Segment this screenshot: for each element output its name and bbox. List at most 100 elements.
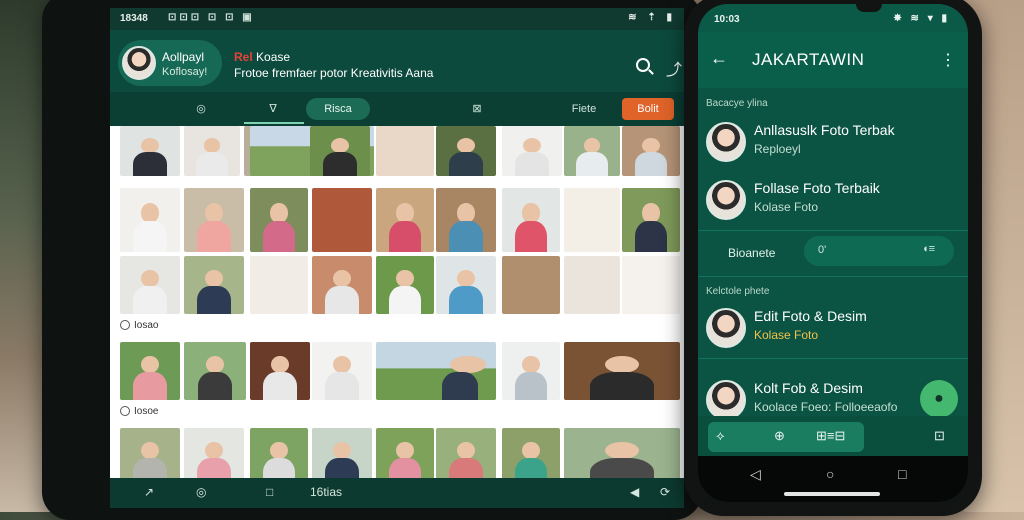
tab-active-indicator bbox=[244, 122, 304, 124]
square-icon[interactable]: □ bbox=[266, 485, 273, 499]
phone-app-bar: ← JAKARTAWIN ⋮ bbox=[698, 32, 968, 88]
photo-thumbnail[interactable] bbox=[622, 126, 680, 176]
phone-system-nav: ◁ ○ □ bbox=[698, 456, 968, 502]
photo-thumbnail[interactable] bbox=[376, 342, 496, 400]
photo-thumbnail[interactable] bbox=[502, 342, 560, 400]
section-header: Kelctole phete bbox=[706, 286, 770, 297]
list-item-subtitle: Kolase Foto bbox=[754, 200, 819, 214]
page-title-prefix: Rel bbox=[234, 50, 253, 64]
divider bbox=[698, 230, 968, 231]
photo-thumbnail[interactable] bbox=[312, 188, 372, 252]
section-header: Bacacye ylina bbox=[706, 98, 768, 109]
tablet-status-right-icons: ≋ ⇡ ▮ bbox=[628, 12, 676, 23]
photo-thumbnail[interactable] bbox=[622, 256, 680, 314]
photo-thumbnail[interactable] bbox=[120, 342, 180, 400]
profile-name: Aollpayl bbox=[162, 50, 205, 64]
photo-thumbnail[interactable] bbox=[250, 342, 310, 400]
photo-thumbnail[interactable] bbox=[622, 188, 680, 252]
tab-fiete[interactable]: Fiete bbox=[562, 98, 606, 120]
photo-thumbnail[interactable] bbox=[250, 256, 308, 314]
tiktok-icon[interactable]: ⊕ bbox=[774, 428, 785, 444]
list-item[interactable]: Follase Foto Terbaik Kolase Foto bbox=[698, 174, 968, 230]
tablet-status-icons: ⊡⊡⊡ ⊡ ⊡ ▣ bbox=[168, 12, 255, 23]
profile-pill[interactable]: Aollpayl Koflosay! bbox=[118, 40, 222, 86]
photo-thumbnail[interactable] bbox=[312, 342, 372, 400]
list-item-subtitle: Reploeyl bbox=[754, 142, 801, 156]
circle-icon bbox=[120, 320, 130, 330]
phone-screen: 10:03 ✸ ≋ ▾ ▮ ← JAKARTAWIN ⋮ Bacacye yli… bbox=[698, 4, 968, 502]
photo-thumbnail[interactable] bbox=[564, 126, 620, 176]
list-item-title: Follase Foto Terbaik bbox=[754, 180, 880, 196]
tab-risca[interactable]: Risca bbox=[306, 98, 370, 120]
tablet-header: Aollpayl Koflosay! Rel Koase Frotoe frem… bbox=[110, 30, 684, 92]
page-subtitle: Frotoe fremfaer potor Kreativitis Aana bbox=[234, 66, 434, 80]
photo-thumbnail[interactable] bbox=[310, 126, 370, 176]
photo-thumbnail[interactable] bbox=[312, 256, 372, 314]
photo-thumbnail[interactable] bbox=[120, 256, 180, 314]
tab-search[interactable]: ◎ bbox=[186, 98, 216, 120]
phone-bottom-bar: ⟡ ⊕ ⊞≡⊟ ⊡ bbox=[698, 416, 968, 456]
photo-thumbnail[interactable] bbox=[250, 188, 308, 252]
photo-thumbnail[interactable] bbox=[436, 256, 496, 314]
grid-icon[interactable]: ⊞≡⊟ bbox=[816, 428, 845, 444]
tab-filter[interactable]: ∇ bbox=[258, 98, 288, 120]
avatar bbox=[706, 122, 746, 162]
photo-thumbnail[interactable] bbox=[502, 256, 560, 314]
avatar bbox=[122, 46, 156, 80]
nav-recents-icon[interactable]: □ bbox=[898, 466, 906, 482]
back-arrow-icon[interactable]: ← bbox=[710, 48, 728, 69]
list-item-title: Anllasuslk Foto Terbak bbox=[754, 122, 895, 138]
phone-title: JAKARTAWIN bbox=[752, 50, 865, 69]
photo-thumbnail[interactable] bbox=[376, 126, 434, 176]
photo-thumbnail[interactable] bbox=[120, 126, 180, 176]
photo-thumbnail[interactable] bbox=[184, 188, 244, 252]
photo-thumbnail[interactable] bbox=[184, 126, 240, 176]
divider bbox=[698, 358, 968, 359]
photo-thumbnail[interactable] bbox=[502, 126, 562, 176]
photo-thumbnail[interactable] bbox=[436, 126, 496, 176]
list-item-title: Edit Foto & Desim bbox=[754, 308, 867, 324]
list-item[interactable]: Edit Foto & Desim Kolase Foto bbox=[698, 302, 968, 358]
phone-status-time: 10:03 bbox=[714, 14, 740, 25]
search-icon[interactable]: ◎ bbox=[196, 485, 206, 499]
tab-box[interactable]: ⊠ bbox=[462, 98, 492, 120]
mic-icon[interactable]: ◖≡ bbox=[922, 243, 935, 255]
photo-thumbnail[interactable] bbox=[564, 342, 680, 400]
photo-thumbnail[interactable] bbox=[376, 256, 434, 314]
photo-thumbnail[interactable] bbox=[184, 256, 244, 314]
nav-back-icon[interactable]: ◁ bbox=[750, 466, 761, 483]
photo-thumbnail[interactable] bbox=[120, 188, 180, 252]
share-icon[interactable]: ⤴ bbox=[666, 56, 682, 80]
photo-grid: Iosao Iosoe bbox=[110, 126, 684, 486]
nav-home-icon[interactable]: ○ bbox=[826, 466, 834, 482]
circle-icon bbox=[120, 406, 130, 416]
leaf-icon[interactable]: ⟡ bbox=[716, 428, 725, 444]
tablet-tab-bar: ◎ ∇ Risca ⊠ Fiete Bolit bbox=[110, 92, 684, 126]
divider bbox=[698, 276, 968, 277]
page-title: Rel Koase bbox=[234, 50, 290, 64]
image-icon[interactable]: ⊡ bbox=[934, 428, 945, 444]
list-item-subtitle: Kolase Foto bbox=[754, 328, 819, 342]
photo-thumbnail[interactable] bbox=[184, 342, 246, 400]
search-icon[interactable] bbox=[636, 58, 650, 72]
avatar bbox=[706, 180, 746, 220]
photo-thumbnail[interactable] bbox=[502, 188, 560, 252]
edit-icon[interactable]: ↗ bbox=[144, 485, 154, 499]
back-icon[interactable]: ◀ bbox=[630, 485, 639, 499]
list-item[interactable]: Anllasuslk Foto Terbak Reploeyl bbox=[698, 116, 968, 172]
photo-thumbnail[interactable] bbox=[564, 256, 620, 314]
more-vert-icon[interactable]: ⋮ bbox=[940, 50, 956, 70]
photo-thumbnail[interactable] bbox=[376, 188, 434, 252]
avatar bbox=[706, 308, 746, 348]
refresh-icon[interactable]: ⟳ bbox=[660, 485, 670, 499]
tab-bolit[interactable]: Bolit bbox=[622, 98, 674, 120]
phone-status-icons: ✸ ≋ ▾ ▮ bbox=[893, 13, 950, 24]
tablet-status-time: 18348 bbox=[120, 13, 148, 24]
phone-camera-notch bbox=[856, 2, 882, 12]
photo-thumbnail[interactable] bbox=[564, 188, 620, 252]
pill-label[interactable]: Bioanete bbox=[728, 246, 775, 260]
photo-thumbnail[interactable] bbox=[436, 188, 496, 252]
home-indicator bbox=[784, 492, 880, 496]
chat-fab-button[interactable]: ● bbox=[920, 380, 958, 418]
tablet-screen: 18348 ⊡⊡⊡ ⊡ ⊡ ▣ ≋ ⇡ ▮ Aollpayl Koflosay!… bbox=[110, 8, 684, 508]
